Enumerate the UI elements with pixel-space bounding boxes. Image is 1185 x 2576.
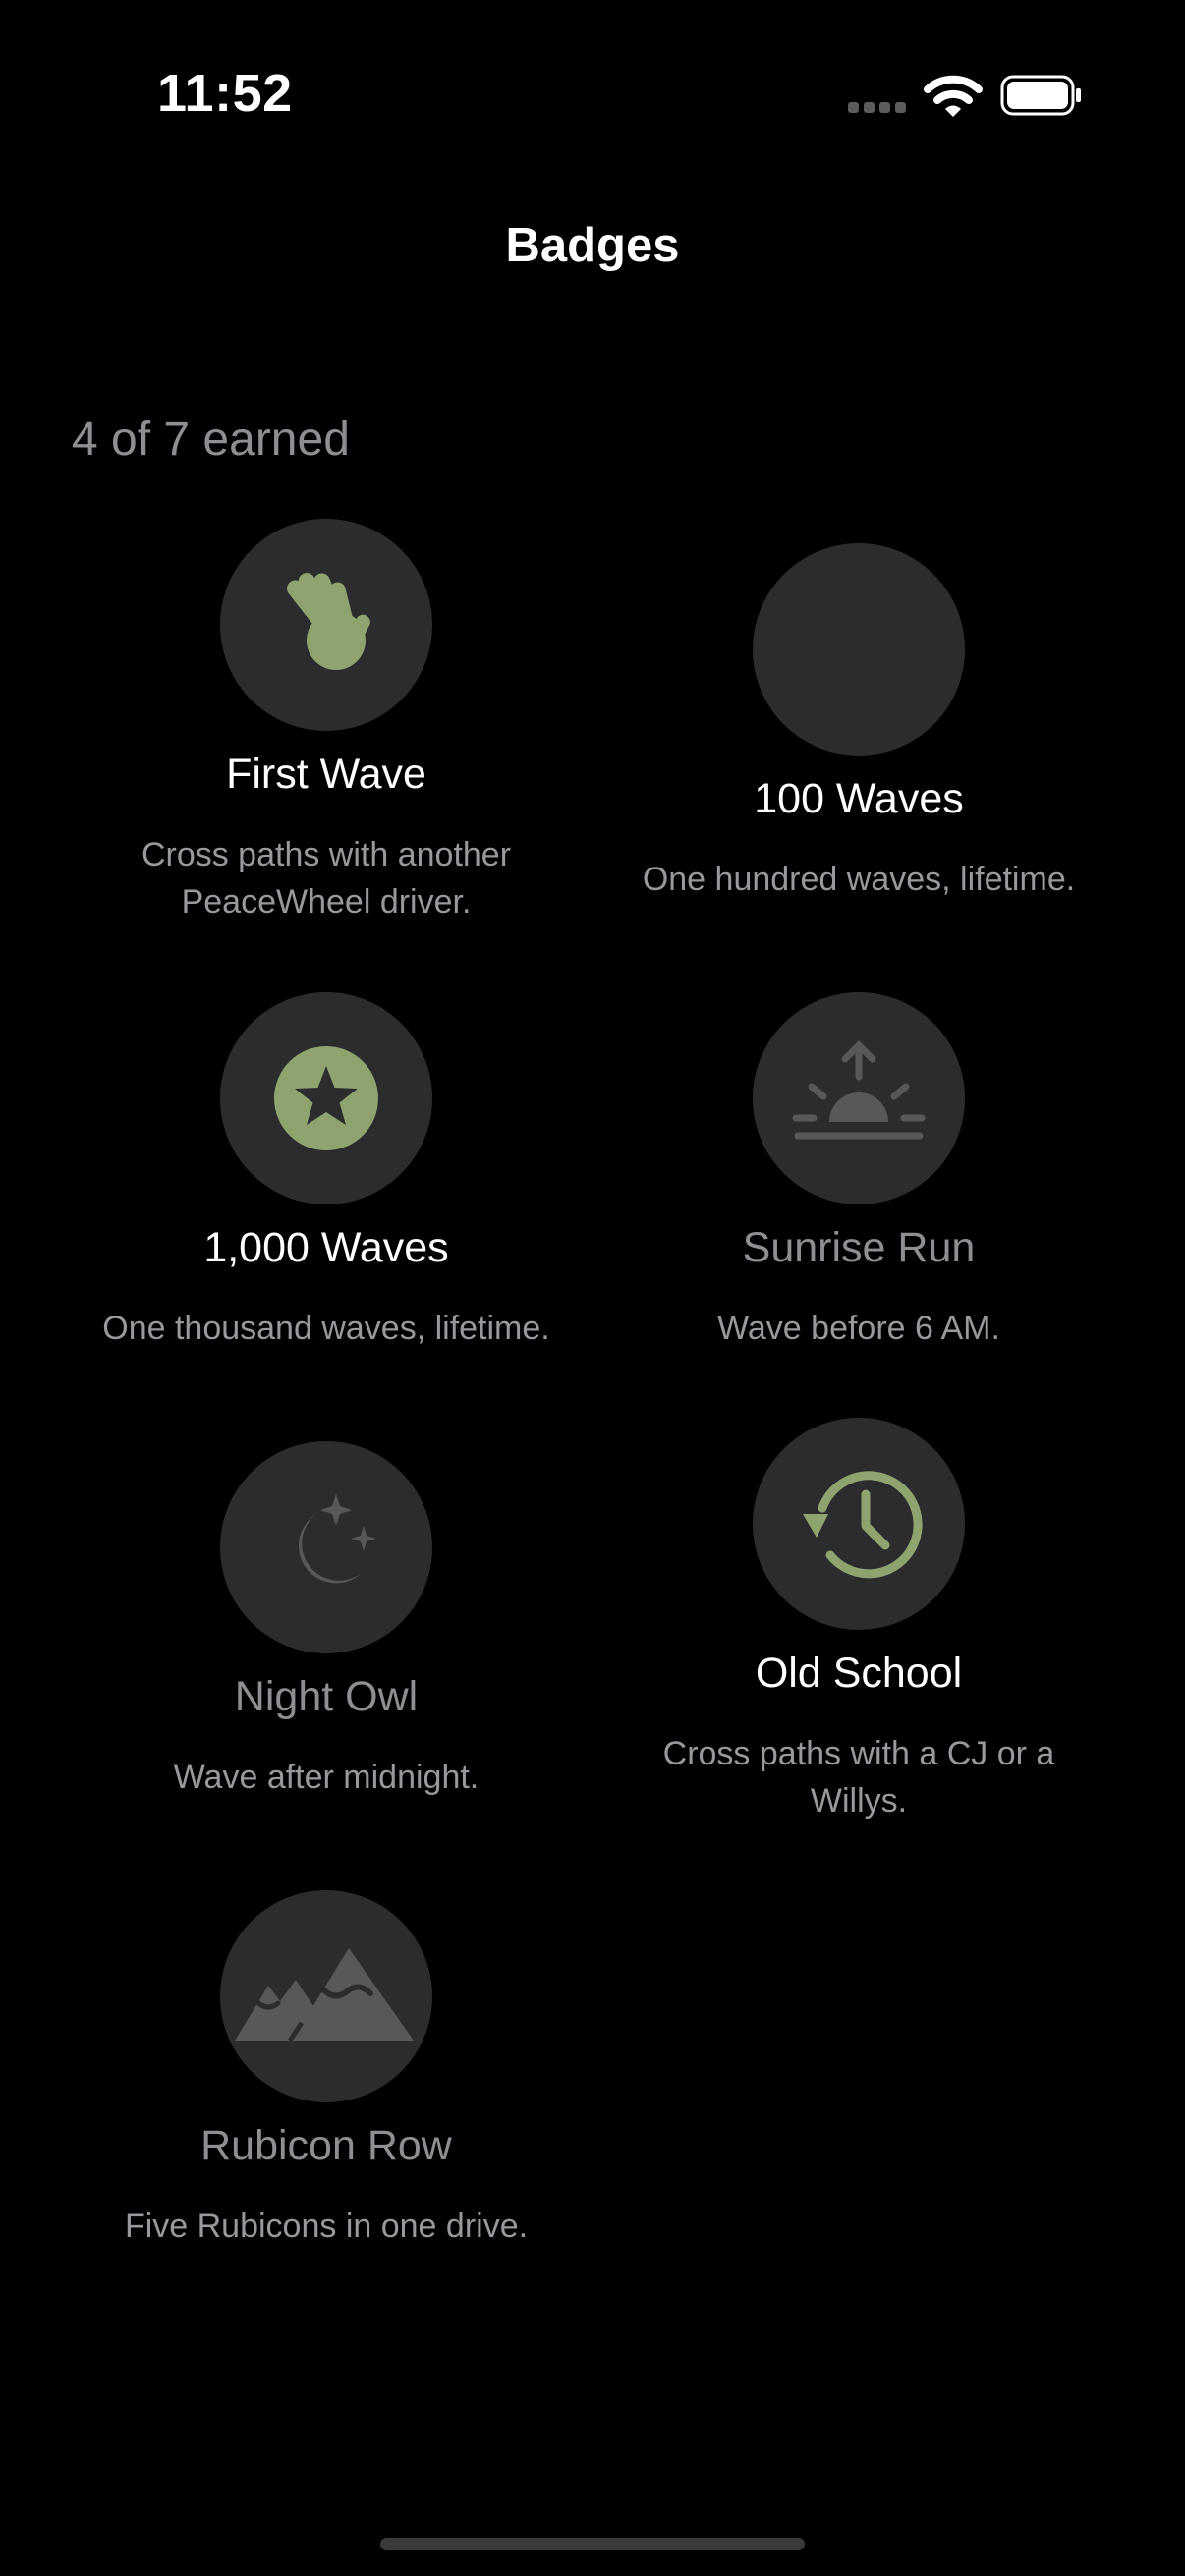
badge-name: Sunrise Run	[742, 1224, 976, 1271]
sunrise-icon	[792, 1040, 926, 1140]
earned-count: 4 of 7 earned	[72, 414, 350, 466]
home-indicator[interactable]	[380, 2538, 805, 2550]
badge-icon-circle	[220, 1890, 432, 2102]
badge-description: Cross paths with another PeaceWheel driv…	[141, 836, 512, 921]
page-title: Badges	[505, 219, 680, 272]
badge-name: 100 Waves	[754, 775, 964, 822]
clock-history-icon	[803, 1471, 923, 1579]
badge-name: First Wave	[226, 751, 426, 798]
waving-hand-icon	[287, 573, 370, 670]
badge-icon-circle	[220, 992, 432, 1204]
badge-description: Wave before 6 AM.	[717, 1310, 1000, 1347]
badge-name: Rubicon Row	[200, 2122, 452, 2169]
badge-name: 1,000 Waves	[203, 1224, 449, 1271]
badge-old-school[interactable]: Old School Cross paths with a CJ or a Wi…	[593, 1418, 1124, 1830]
badge-icon-circle	[220, 1441, 432, 1653]
badge-icon-circle	[753, 1418, 965, 1630]
badge-sunrise-run[interactable]: Sunrise Run Wave before 6 AM.	[593, 992, 1124, 1366]
badge-description: One hundred waves, lifetime.	[642, 861, 1076, 898]
badge-1000-waves[interactable]: 1,000 Waves One thousand waves, lifetime…	[61, 992, 592, 1366]
badge-icon-circle	[753, 992, 965, 1204]
badge-icon-circle	[753, 543, 965, 756]
star-circle-icon	[274, 1046, 378, 1150]
moon-stars-icon	[298, 1494, 376, 1584]
badge-description: One thousand waves, lifetime.	[102, 1310, 550, 1347]
badge-name: Night Owl	[234, 1673, 419, 1720]
badge-description: Wave after midnight.	[173, 1759, 480, 1796]
status-time: 11:52	[157, 64, 293, 123]
badge-name: Old School	[755, 1650, 963, 1697]
badge-description: Five Rubicons in one drive.	[124, 2208, 529, 2245]
battery-icon	[1000, 75, 1081, 116]
wifi-icon	[924, 75, 983, 117]
cellular-signal-icon	[848, 102, 907, 116]
badge-rubicon-row[interactable]: Rubicon Row Five Rubicons in one drive.	[61, 1890, 592, 2264]
badge-description: Cross paths with a CJ or a Willys.	[662, 1735, 1055, 1820]
badge-night-owl[interactable]: Night Owl Wave after midnight.	[61, 1441, 592, 1815]
badge-icon-circle	[220, 519, 432, 731]
mountains-icon	[235, 1948, 414, 2043]
badge-first-wave[interactable]: First Wave Cross paths with another Peac…	[61, 519, 592, 931]
badge-100-waves[interactable]: 100 Waves One hundred waves, lifetime.	[593, 543, 1124, 917]
status-bar: 11:52	[0, 0, 1185, 147]
